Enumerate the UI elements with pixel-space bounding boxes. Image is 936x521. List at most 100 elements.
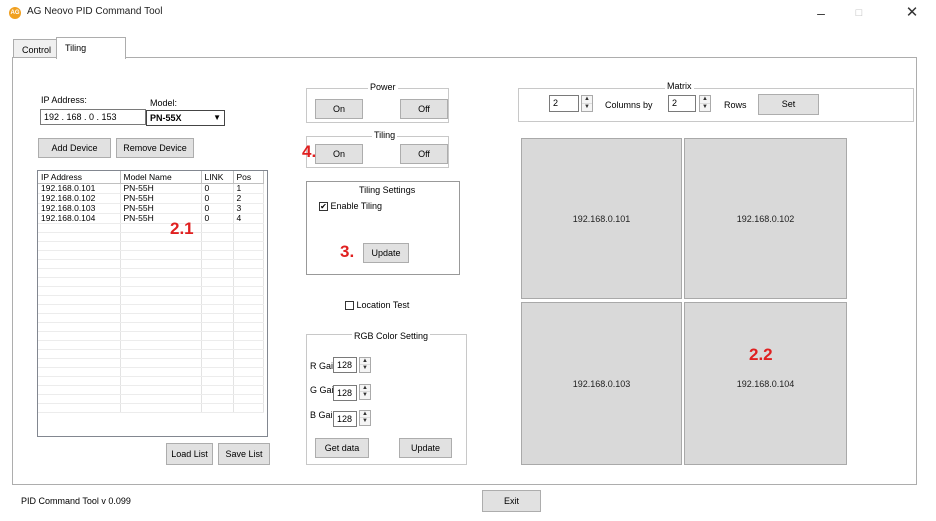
cell-model: PN-55H bbox=[120, 183, 202, 194]
arrow-down-icon: ▼ bbox=[584, 103, 590, 110]
ip-address-label: IP Address: bbox=[41, 95, 87, 105]
table-row[interactable]: 192.168.0.102 PN-55H 0 2 bbox=[38, 193, 264, 204]
empty-row bbox=[38, 394, 264, 404]
cell-ip: 192.168.0.104 bbox=[38, 213, 121, 224]
r-gain-input[interactable]: 128 bbox=[333, 357, 357, 373]
cell-link: 0 bbox=[201, 213, 234, 224]
power-group-title: Power bbox=[368, 82, 398, 92]
remove-device-button[interactable]: Remove Device bbox=[116, 138, 194, 158]
empty-row bbox=[38, 286, 264, 296]
enable-tiling-label: Enable Tiling bbox=[330, 201, 383, 211]
maximize-button[interactable]: □ bbox=[844, 2, 874, 24]
columns-spinner[interactable]: ▲ ▼ bbox=[581, 95, 593, 112]
cell-pos: 1 bbox=[233, 183, 264, 194]
empty-row bbox=[38, 367, 264, 377]
cell-model: PN-55H bbox=[120, 203, 202, 214]
empty-row bbox=[38, 295, 264, 305]
tiling-off-button[interactable]: Off bbox=[400, 144, 448, 164]
location-test-label: Location Test bbox=[356, 300, 410, 310]
table-row[interactable]: 192.168.0.104 PN-55H 0 4 bbox=[38, 213, 264, 224]
arrow-down-icon: ▼ bbox=[702, 103, 708, 110]
empty-row bbox=[38, 322, 264, 332]
empty-row bbox=[38, 277, 264, 287]
minimize-button[interactable]: – bbox=[806, 2, 836, 24]
cell-link: 0 bbox=[201, 203, 234, 214]
tiling-group-title: Tiling bbox=[372, 130, 398, 140]
arrow-down-icon: ▼ bbox=[362, 392, 368, 398]
power-on-button[interactable]: On bbox=[315, 99, 363, 119]
matrix-group-title: Matrix bbox=[665, 81, 694, 91]
column-header-link[interactable]: LINK bbox=[201, 171, 234, 184]
empty-row bbox=[38, 223, 264, 233]
close-button[interactable]: ✕ bbox=[897, 2, 927, 24]
location-test-checkbox[interactable]: Location Test bbox=[345, 300, 410, 311]
r-gain-spinner[interactable]: ▲ ▼ bbox=[359, 357, 371, 373]
empty-row bbox=[38, 340, 264, 350]
checkbox-unchecked-icon bbox=[345, 301, 354, 311]
cell-ip: 192.168.0.101 bbox=[38, 183, 121, 194]
empty-row bbox=[38, 313, 264, 323]
column-header-ip[interactable]: IP Address bbox=[38, 171, 121, 184]
g-gain-input[interactable]: 128 bbox=[333, 385, 357, 401]
annotation-4: 4. bbox=[302, 142, 317, 161]
ip-address-field[interactable]: 192 . 168 . 0 . 153 bbox=[40, 109, 146, 125]
cell-pos: 4 bbox=[233, 213, 264, 224]
window-title: AG Neovo PID Command Tool bbox=[27, 6, 163, 17]
cell-pos: 2 bbox=[233, 193, 264, 204]
enable-tiling-checkbox[interactable]: ✔ Enable Tiling bbox=[319, 201, 383, 212]
empty-row bbox=[38, 331, 264, 341]
device-list[interactable]: IP Address Model Name LINK Pos 192.168.0… bbox=[37, 170, 268, 437]
b-gain-input[interactable]: 128 bbox=[333, 411, 357, 427]
title-bar: AG AG Neovo PID Command Tool – □ ✕ bbox=[0, 0, 936, 26]
tab-tiling[interactable]: Tiling bbox=[56, 37, 126, 59]
cell-pos: 3 bbox=[233, 203, 264, 214]
arrow-up-icon: ▲ bbox=[360, 385, 370, 392]
rows-spinner[interactable]: ▲ ▼ bbox=[699, 95, 711, 112]
tile-4[interactable]: 192.168.0.104 bbox=[684, 302, 847, 465]
columns-by-label: Columns by bbox=[605, 100, 653, 110]
add-device-button[interactable]: Add Device bbox=[38, 138, 111, 158]
arrow-up-icon: ▲ bbox=[700, 96, 710, 104]
table-row[interactable]: 192.168.0.103 PN-55H 0 3 bbox=[38, 203, 264, 214]
checkmark-icon: ✔ bbox=[319, 202, 328, 212]
rows-input[interactable]: 2 bbox=[668, 95, 696, 112]
empty-row bbox=[38, 304, 264, 314]
power-off-button[interactable]: Off bbox=[400, 99, 448, 119]
rgb-update-button[interactable]: Update bbox=[399, 438, 452, 458]
column-header-model[interactable]: Model Name bbox=[120, 171, 202, 184]
cell-ip: 192.168.0.103 bbox=[38, 203, 121, 214]
columns-input[interactable]: 2 bbox=[549, 95, 579, 112]
arrow-down-icon: ▼ bbox=[362, 418, 368, 424]
tab-control[interactable]: Control bbox=[13, 39, 61, 58]
table-row[interactable]: 192.168.0.101 PN-55H 0 1 bbox=[38, 183, 264, 194]
empty-row bbox=[38, 232, 264, 242]
tiling-update-button[interactable]: Update bbox=[363, 243, 409, 263]
b-gain-spinner[interactable]: ▲ ▼ bbox=[359, 410, 371, 426]
tile-3[interactable]: 192.168.0.103 bbox=[521, 302, 682, 465]
app-logo-icon: AG bbox=[9, 7, 21, 19]
version-label: PID Command Tool v 0.099 bbox=[21, 496, 131, 506]
cell-link: 0 bbox=[201, 193, 234, 204]
empty-row bbox=[38, 358, 264, 368]
rgb-group-title: RGB Color Setting bbox=[352, 331, 431, 341]
model-label: Model: bbox=[150, 98, 178, 108]
load-list-button[interactable]: Load List bbox=[166, 443, 213, 465]
g-gain-spinner[interactable]: ▲ ▼ bbox=[359, 384, 371, 400]
empty-row bbox=[38, 259, 264, 269]
tile-1[interactable]: 192.168.0.101 bbox=[521, 138, 682, 299]
column-header-pos[interactable]: Pos bbox=[233, 171, 264, 184]
chevron-down-icon: ▼ bbox=[213, 113, 221, 122]
rows-label: Rows bbox=[724, 100, 747, 110]
empty-row bbox=[38, 241, 264, 251]
save-list-button[interactable]: Save List bbox=[218, 443, 270, 465]
exit-button[interactable]: Exit bbox=[482, 490, 541, 512]
tile-2[interactable]: 192.168.0.102 bbox=[684, 138, 847, 299]
cell-model: PN-55H bbox=[120, 193, 202, 204]
empty-row bbox=[38, 250, 264, 260]
table-header: IP Address Model Name LINK Pos bbox=[38, 171, 264, 184]
get-data-button[interactable]: Get data bbox=[315, 438, 369, 458]
annotation-3: 3. bbox=[340, 242, 355, 261]
matrix-set-button[interactable]: Set bbox=[758, 94, 819, 115]
tiling-on-button[interactable]: On bbox=[315, 144, 363, 164]
model-select[interactable]: PN-55X ▼ bbox=[146, 110, 225, 126]
